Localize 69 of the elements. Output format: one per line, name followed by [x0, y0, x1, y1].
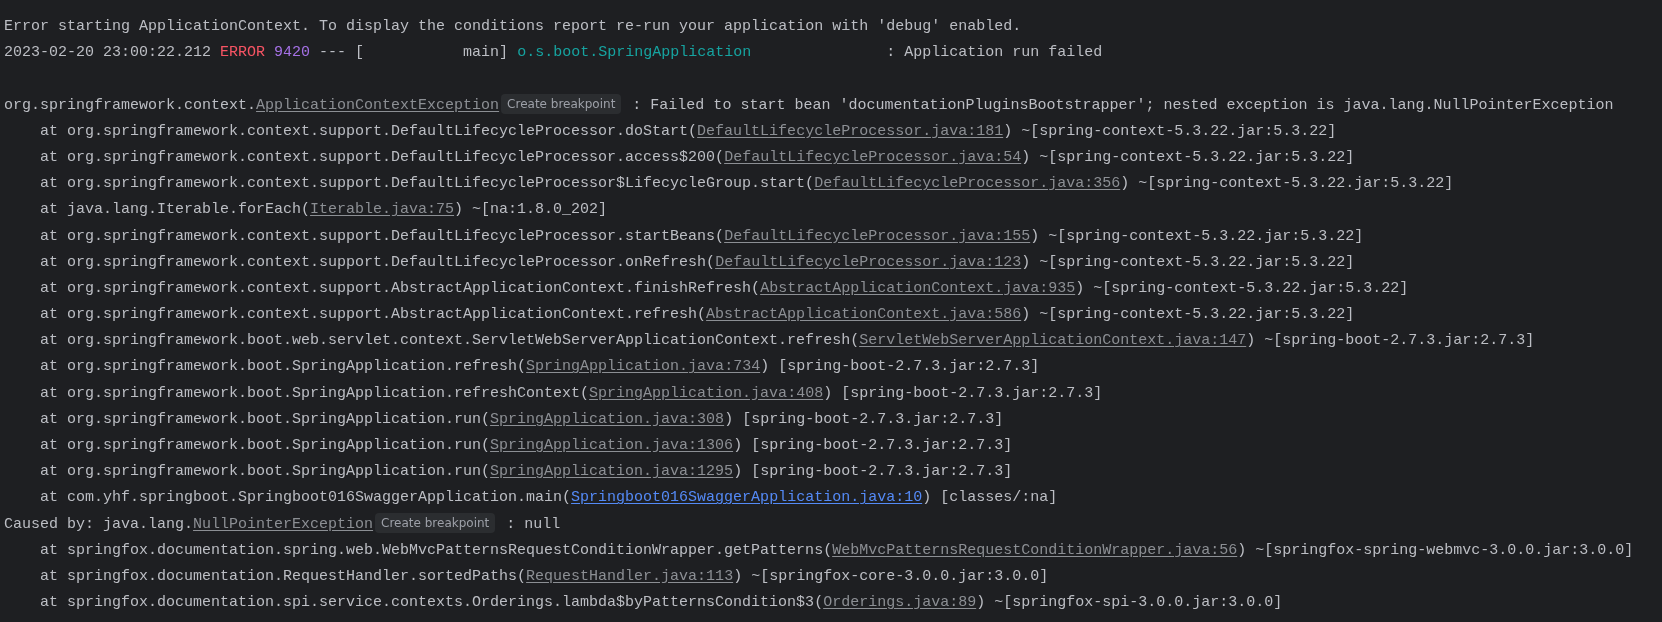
log-text: at org.springframework.boot.SpringApplication.run( [40, 410, 491, 428]
log-text: at org.springframework.boot.SpringApplication.refresh( [40, 358, 527, 376]
source-link[interactable]: Springboot016SwaggerApplication.java:10 [571, 489, 923, 507]
logger-name: o.s.boot.SpringApplication [517, 44, 752, 62]
log-text: ) ~[spring-context-5.3.22.jar:5.3.22] [1021, 253, 1355, 271]
source-link[interactable]: AbstractApplicationContext.java:935 [760, 279, 1076, 297]
log-text: ) ~[springfox-spi-3.0.0.jar:3.0.0] [976, 594, 1283, 612]
log-text: at org.springframework.context.support.AbstractApplicationContext.refresh( [40, 306, 707, 324]
log-text: at java.lang.Iterable.forEach( [40, 201, 311, 219]
log-text: at org.springframework.context.support.DefaultLifecycleProcessor.startBeans( [40, 227, 725, 245]
source-link[interactable]: ApplicationContextException [256, 96, 500, 114]
source-link[interactable]: DefaultLifecycleProcessor.java:356 [814, 175, 1121, 193]
log-text: ) ~[springfox-spring-webmvc-3.0.0.jar:3.0.0] [1237, 541, 1634, 559]
source-link[interactable]: DefaultLifecycleProcessor.java:181 [697, 122, 1004, 140]
source-link[interactable]: WebMvcPatternsRequestConditionWrapper.java:56 [832, 541, 1238, 559]
log-text: at org.springframework.context.support.DefaultLifecycleProcessor.onRefresh( [40, 253, 716, 271]
log-text: ) ~[spring-context-5.3.22.jar:5.3.22] [1120, 175, 1454, 193]
create-breakpoint-hint[interactable]: Create breakpoint [501, 93, 622, 114]
source-link[interactable]: NullPointerException [193, 515, 374, 533]
source-link[interactable]: ServletWebServerApplicationContext.java:147 [859, 332, 1247, 350]
log-text: Error starting ApplicationContext. To display the conditions report re-run your application with 'debug' enabled. [4, 18, 1022, 35]
process-id: 9420 [273, 44, 311, 62]
log-text: at org.springframework.boot.web.servlet.context.ServletWebServerApplicationContext.refresh( [40, 332, 860, 350]
log-text: ) [classes/:na] [922, 489, 1058, 507]
log-text: at com.yhf.springboot.Springboot016SwaggerApplication.main( [40, 489, 572, 507]
source-link[interactable]: SpringApplication.java:308 [490, 410, 725, 428]
source-link[interactable]: AbstractApplicationContext.java:586 [706, 306, 1022, 324]
log-text: at springfox.documentation.spring.web.WebMvcPatternsRequestConditionWrapper.getPatterns( [40, 541, 833, 559]
source-link[interactable]: SpringApplication.java:734 [526, 358, 761, 376]
log-text: at springfox.documentation.spi.service.contexts.Orderings.lambda$byPatternsCondition$3( [40, 594, 824, 612]
log-text: at org.springframework.boot.SpringApplication.run( [40, 463, 491, 481]
log-text: --- [ main] [318, 44, 510, 62]
log-text: ) [spring-boot-2.7.3.jar:2.7.3] [823, 384, 1103, 402]
log-level: ERROR [220, 44, 266, 62]
log-text: 2023-02-20 23:00:22.212 [4, 44, 213, 62]
log-text: ) ~[springfox-core-3.0.0.jar:3.0.0] [733, 567, 1049, 585]
log-text: : null [505, 515, 561, 533]
log-text: ) ~[spring-context-5.3.22.jar:5.3.22] [1075, 279, 1409, 297]
log-text: at org.springframework.boot.SpringApplication.run( [40, 437, 491, 454]
log-text: at org.springframework.context.support.DefaultLifecycleProcessor.access$200( [40, 148, 725, 166]
log-text: at springfox.documentation.RequestHandler.sortedPaths( [40, 567, 527, 585]
log-text: Caused by: java.lang. [4, 515, 194, 533]
source-link[interactable]: Iterable.java:75 [310, 201, 455, 219]
log-text: ) ~[spring-context-5.3.22.jar:5.3.22] [1021, 148, 1355, 166]
source-link[interactable]: SpringApplication.java:1295 [490, 463, 734, 481]
source-link[interactable]: DefaultLifecycleProcessor.java:123 [715, 253, 1022, 271]
source-link[interactable]: SpringApplication.java:408 [589, 384, 824, 402]
source-link[interactable]: Orderings.java:89 [823, 594, 977, 612]
log-text: ) ~[spring-context-5.3.22.jar:5.3.22] [1021, 306, 1355, 324]
log-text: ) [spring-boot-2.7.3.jar:2.7.3] [724, 410, 1004, 428]
source-link[interactable]: RequestHandler.java:113 [526, 567, 734, 585]
log-text: at org.springframework.context.support.DefaultLifecycleProcessor$LifecycleGroup.start( [40, 175, 815, 193]
log-text: ) ~[spring-context-5.3.22.jar:5.3.22] [1030, 227, 1364, 245]
log-text: at org.springframework.boot.SpringApplication.refreshContext( [40, 384, 590, 402]
log-text: ) [spring-boot-2.7.3.jar:2.7.3] [733, 437, 1013, 454]
log-text: ) ~[spring-context-5.3.22.jar:5.3.22] [1003, 122, 1337, 140]
log-text: ) [spring-boot-2.7.3.jar:2.7.3] [760, 358, 1040, 376]
create-breakpoint-hint[interactable]: Create breakpoint [375, 512, 496, 533]
log-text: ) ~[na:1.8.0_202] [454, 201, 608, 219]
source-link[interactable]: DefaultLifecycleProcessor.java:54 [724, 148, 1022, 166]
log-text: : Failed to start bean 'documentationPluginsBootstrapper'; nested exception is java.lang.NullPointerException [631, 96, 1614, 114]
log-text: at org.springframework.context.support.DefaultLifecycleProcessor.doStart( [40, 122, 698, 140]
log-text: at org.springframework.context.support.AbstractApplicationContext.finishRefresh( [40, 279, 761, 297]
source-link[interactable]: SpringApplication.java:1306 [490, 437, 734, 454]
source-link[interactable]: DefaultLifecycleProcessor.java:155 [724, 227, 1031, 245]
log-text: : Application run failed [885, 44, 1103, 62]
log-text: org.springframework.context. [4, 96, 257, 114]
log-text: ) ~[spring-boot-2.7.3.jar:2.7.3] [1246, 332, 1535, 350]
log-text: ) [spring-boot-2.7.3.jar:2.7.3] [733, 463, 1013, 481]
